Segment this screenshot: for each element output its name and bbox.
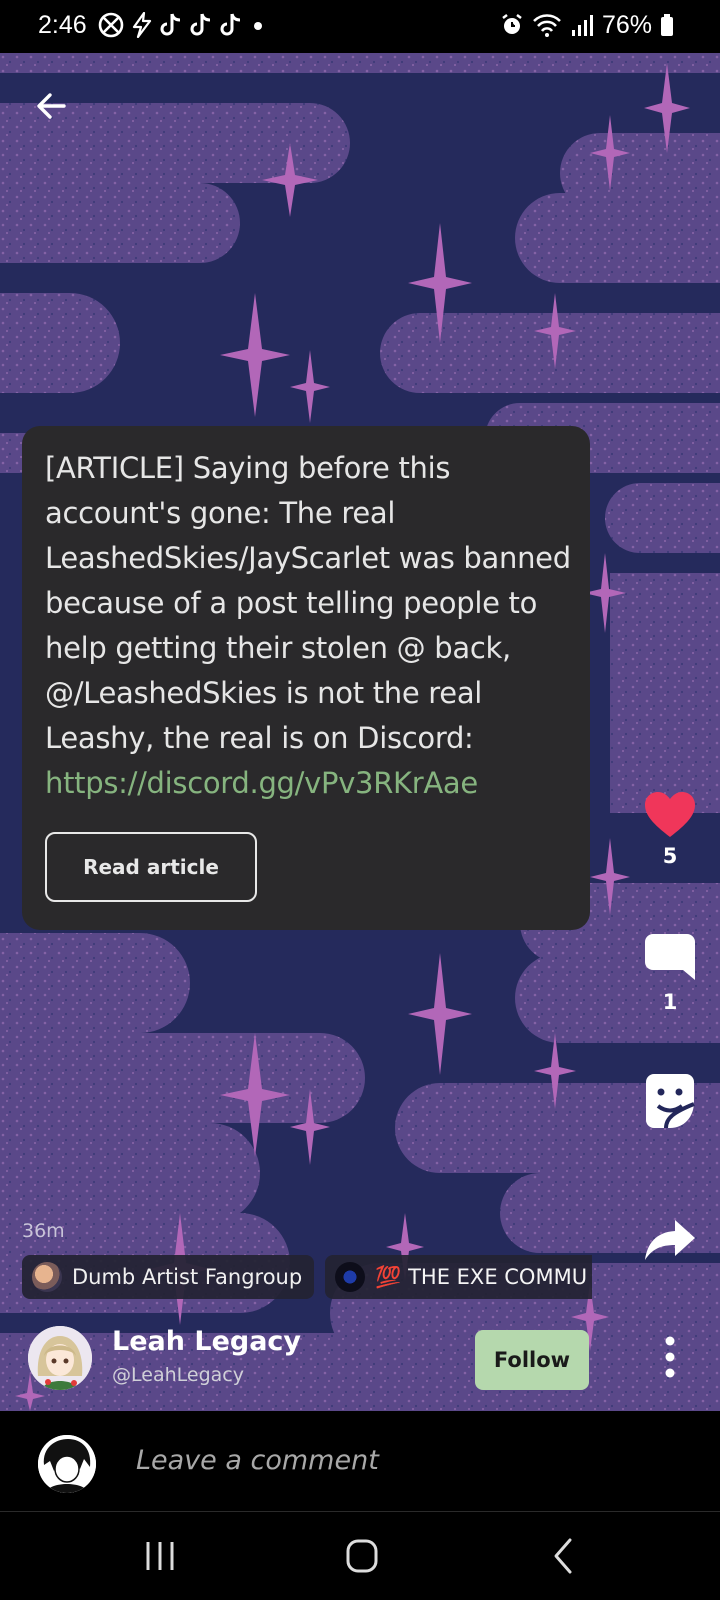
post-time-ago: 36m [22,1220,65,1242]
nav-back-button[interactable] [534,1534,594,1578]
status-time: 2:46 [38,11,87,39]
comment-input[interactable]: Leave a comment [136,1445,379,1476]
comment-action[interactable]: 1 [634,932,706,1014]
community-avatar [32,1262,62,1292]
article-preview-text: [ARTICLE] Saying before this account's g… [45,446,575,806]
system-nav-bar [0,1512,720,1600]
arrow-left-icon [37,93,66,119]
home-icon [346,1539,378,1573]
recent-apps-icon [146,1542,174,1570]
read-article-button[interactable]: Read article [45,832,257,902]
share-arrow-icon [645,1220,695,1260]
chevron-left-icon [554,1538,572,1574]
comment-count: 1 [662,990,678,1014]
sticker-icon [646,1074,695,1129]
battery-percent: 76% [601,10,652,39]
comment-bubble-icon [645,934,695,980]
tiktok-icon [160,13,181,36]
like-count: 5 [662,844,678,868]
community-name: Dumb Artist Fangroup [72,1265,303,1289]
home-button[interactable] [332,1534,392,1578]
notification-icons [98,10,266,40]
follow-button[interactable]: Follow [475,1330,589,1390]
bolt-icon [132,12,152,38]
back-button[interactable] [30,84,74,128]
system-icons: 76% [500,10,674,40]
more-options-button[interactable] [656,1332,684,1382]
heart-icon [645,792,695,837]
signal-icon [571,15,593,36]
share-action[interactable] [634,1218,706,1262]
author-name[interactable]: Leah Legacy [112,1326,301,1357]
xbox-icon [98,12,124,38]
community-avatar [335,1262,366,1292]
wifi-icon [533,14,561,37]
article-card[interactable]: [ARTICLE] Saying before this account's g… [22,426,590,930]
author-row: Leah Legacy @LeahLegacy Follow [0,1310,720,1410]
battery-icon [661,14,673,36]
anime-avatar-image [28,1326,92,1390]
dot-icon [254,22,262,30]
community-name: 💯 THE EXE COMMU [375,1264,588,1289]
recent-apps-button[interactable] [130,1534,190,1578]
community-chip[interactable]: 💯 THE EXE COMMU [325,1255,592,1299]
more-vertical-icon [665,1336,675,1378]
my-avatar [38,1435,96,1493]
article-body: [ARTICLE] Saying before this account's g… [45,451,571,755]
author-handle: @LeahLegacy [112,1364,244,1386]
tiktok-icon [190,13,211,36]
alarm-icon [502,14,522,34]
status-bar: 2:46 76% [0,0,720,53]
community-chip[interactable]: Dumb Artist Fangroup [22,1255,315,1299]
like-action[interactable]: 5 [634,790,706,868]
community-chips: Dumb Artist Fangroup 💯 THE EXE COMMU [22,1255,592,1303]
comment-bar[interactable]: Leave a comment [0,1411,720,1512]
user-avatar-image [38,1435,96,1493]
author-avatar[interactable] [28,1326,92,1390]
sticker-action[interactable] [634,1072,706,1130]
tiktok-icon [220,13,241,36]
discord-link[interactable]: https://discord.gg/vPv3RKrAae [45,766,478,800]
